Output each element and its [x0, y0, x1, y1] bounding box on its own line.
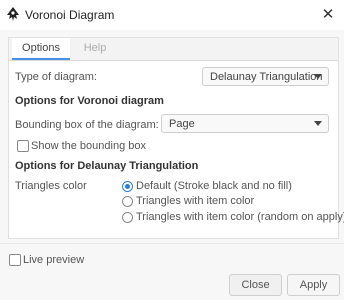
bounding-box-label: Bounding box of the diagram: [15, 119, 159, 131]
notebook-panel: Options Help Type of diagram: Delaunay T… [8, 37, 344, 239]
inkscape-icon [7, 7, 19, 21]
voronoi-dialog: Voronoi Diagram ✕ Options Help Type of d… [0, 0, 344, 300]
live-preview-label: Live preview [23, 254, 85, 266]
bounding-box-value: Page [169, 118, 195, 130]
radio-item-color-label: Triangles with item color [136, 195, 255, 207]
divider [0, 243, 344, 244]
type-of-diagram-label: Type of diagram: [15, 71, 97, 83]
tab-options[interactable]: Options [12, 38, 70, 60]
radio-item-color[interactable] [122, 196, 133, 207]
voronoi-options-heading: Options for Voronoi diagram [15, 95, 164, 107]
chevron-down-icon [314, 74, 322, 79]
radio-item-color-random[interactable] [122, 212, 133, 223]
tab-bar: Options Help [9, 38, 338, 61]
live-preview-checkbox[interactable] [9, 254, 21, 266]
delaunay-options-heading: Options for Delaunay Triangulation [15, 160, 199, 172]
chevron-down-icon [314, 121, 322, 126]
title-bar: Voronoi Diagram ✕ [0, 0, 344, 30]
close-window-icon[interactable]: ✕ [319, 6, 337, 24]
radio-default-label: Default (Stroke black and no fill) [136, 180, 292, 192]
close-button[interactable]: Close [229, 274, 282, 296]
triangles-color-label: Triangles color [15, 180, 87, 192]
window-title: Voronoi Diagram [25, 8, 115, 22]
show-bounding-box-label: Show the bounding box [31, 140, 146, 152]
radio-default[interactable] [122, 181, 133, 192]
type-of-diagram-select[interactable]: Delaunay Triangulation [202, 67, 329, 86]
show-bounding-box-checkbox[interactable] [17, 140, 29, 152]
apply-button[interactable]: Apply [287, 274, 340, 296]
type-of-diagram-value: Delaunay Triangulation [210, 71, 323, 83]
bounding-box-select[interactable]: Page [161, 114, 329, 133]
tab-help[interactable]: Help [76, 38, 114, 60]
radio-item-color-random-label: Triangles with item color (random on app… [136, 211, 344, 223]
